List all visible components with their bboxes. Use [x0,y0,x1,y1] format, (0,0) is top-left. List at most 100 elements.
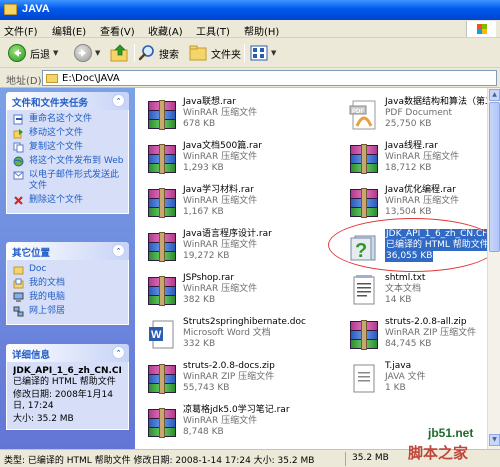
back-label: 后退 [30,49,50,61]
file-item-selected[interactable]: ? JDK_API_1_6_zh_CN.CHM 已编译的 HTML 帮助文件 3… [347,226,487,270]
address-label: 地址(D) [6,76,42,87]
windows-logo-icon [466,21,496,37]
back-dropdown-icon[interactable]: ▼ [53,49,58,57]
forward-button[interactable]: ▼ [74,42,100,64]
status-info: 类型: 已编译的 HTML 帮助文件 修改日期: 2008-1-14 17:24… [4,456,315,466]
file-item[interactable]: Java文档500篇.rar WinRAR 压缩文件 1,293 KB [145,138,315,182]
rar-archive-icon [145,186,179,220]
move-icon [13,128,24,139]
folder-icon [46,74,58,83]
watermark-name: 脚本之家 [408,444,469,462]
scroll-up-arrow-icon[interactable]: ▲ [489,89,500,101]
rar-archive-icon [145,142,179,176]
globe-icon [13,156,24,167]
my-documents-icon [13,278,24,289]
file-tasks-body: 重命名这个文件 移动这个文件 复制这个文件 将这个文件发布到 Web 以电子邮件… [6,110,129,214]
file-item[interactable]: W Struts2springhibernate.doc Microsoft W… [145,314,315,358]
address-input[interactable]: E:\Doc\JAVA [42,70,497,86]
details-file-name: JDK_API_1_6_zh_CN.CI [13,366,122,376]
menu-help[interactable]: 帮助(H) [244,23,279,38]
back-arrow-icon [8,44,26,62]
details-file-type: 已编译的 HTML 帮助文件 [13,377,116,387]
collapse-chevron-icon[interactable]: ⌃ [112,94,125,107]
publish-web-link[interactable]: 将这个文件发布到 Web [13,156,124,167]
file-list-view[interactable]: Java联想.rar WinRAR 压缩文件 678 KB PDF Java数据… [135,88,487,449]
file-item[interactable]: struts-2.0.8-all.zip WinRAR ZIP 压缩文件 84,… [347,314,487,358]
file-item[interactable]: shtml.txt 文本文档 14 KB [347,270,487,314]
up-folder-icon [110,44,128,62]
other-places-header[interactable]: 其它位置 ⌃ [6,242,129,260]
place-my-documents-link[interactable]: 我的文档 [13,278,124,289]
status-divider [345,452,346,466]
file-item[interactable]: JSPshop.rar WinRAR 压缩文件 382 KB [145,270,315,314]
details-body: JDK_API_1_6_zh_CN.CI 已编译的 HTML 帮助文件 修改日期… [6,362,129,430]
views-grid-icon [250,45,268,61]
rar-archive-icon [145,98,179,132]
file-tasks-header[interactable]: 文件和文件夹任务 ⌃ [6,92,129,110]
file-item[interactable]: Java线程.rar WinRAR 压缩文件 18,712 KB [347,138,487,182]
details-header[interactable]: 详细信息 ⌃ [6,344,129,362]
back-button[interactable]: 后退 ▼ [8,42,58,64]
file-item[interactable]: T.java JAVA 文件 1 KB [347,358,487,402]
java-file-icon [347,362,381,396]
delete-file-link[interactable]: 删除这个文件 [13,195,124,206]
address-path: E:\Doc\JAVA [62,73,120,84]
folders-button[interactable]: 文件夹 [188,42,241,64]
chm-help-file-icon: ? [347,230,381,264]
other-places-title: 其它位置 [12,248,51,259]
title-bar[interactable]: JAVA [0,0,500,20]
file-item[interactable]: PDF Java数据结构和算法（第二 PDF Document 25,750 K… [347,94,487,138]
status-size: 35.2 MB [352,453,389,463]
file-item[interactable]: 凉葛格jdk5.0学习笔记.rar WinRAR 压缩文件 8,748 KB [145,402,315,446]
menu-view[interactable]: 查看(V) [100,23,135,38]
scrollbar-thumb[interactable] [489,102,500,252]
move-file-link[interactable]: 移动这个文件 [13,128,124,139]
email-icon [13,170,24,181]
file-item[interactable]: Java优化编程.rar WinRAR 压缩文件 13,504 KB [347,182,487,226]
menu-bar: 文件(F) 编辑(E) 查看(V) 收藏(A) 工具(T) 帮助(H) [0,20,500,38]
task-pane: 文件和文件夹任务 ⌃ 重命名这个文件 移动这个文件 复制这个文件 将这个文件发布… [0,88,135,449]
file-item[interactable]: struts-2.0.8-docs.zip WinRAR ZIP 压缩文件 55… [145,358,315,402]
site-watermark: jb51.net 脚本之家 [406,420,498,462]
email-file-link[interactable]: 以电子邮件形式发送此文件 [13,170,124,192]
menu-favorites[interactable]: 收藏(A) [148,23,183,38]
rename-file-link[interactable]: 重命名这个文件 [13,114,124,125]
file-tasks-panel: 文件和文件夹任务 ⌃ 重命名这个文件 移动这个文件 复制这个文件 将这个文件发布… [6,92,129,214]
text-file-icon [347,274,381,308]
menu-tools[interactable]: 工具(T) [196,23,230,38]
collapse-chevron-icon[interactable]: ⌃ [112,244,125,257]
place-network-link[interactable]: 网上邻居 [13,306,124,317]
menu-file[interactable]: 文件(F) [4,23,38,38]
zip-archive-icon [347,318,381,352]
folders-label: 文件夹 [211,49,241,61]
network-icon [13,306,24,317]
toolbar-separator [244,44,245,62]
rename-icon [13,114,24,125]
watermark-domain: jb51.net [428,426,474,440]
details-modified: 修改日期: 2008年1月14日, 17:24 [13,390,113,411]
menu-edit[interactable]: 编辑(E) [52,23,86,38]
file-item[interactable]: Java联想.rar WinRAR 压缩文件 678 KB [145,94,315,138]
file-item[interactable]: Java语言程序设计.rar WinRAR 压缩文件 19,272 KB [145,226,315,270]
toolbar-separator [134,44,135,62]
folder-icon [4,4,17,15]
up-folder-button[interactable] [110,42,130,64]
file-item[interactable]: Java学习材料.rar WinRAR 压缩文件 1,167 KB [145,182,315,226]
address-bar: 地址(D) E:\Doc\JAVA [0,68,500,88]
pdf-document-icon: PDF [347,98,381,132]
search-button[interactable]: 搜索 [138,42,179,64]
collapse-chevron-icon[interactable]: ⌃ [112,346,125,359]
toolbar: 后退 ▼ ▼ 搜索 文件夹 ▼ [0,38,500,68]
other-places-panel: 其它位置 ⌃ Doc 我的文档 我的电脑 网上邻居 [6,242,129,325]
rar-archive-icon [347,142,381,176]
search-label: 搜索 [159,49,179,61]
copy-file-link[interactable]: 复制这个文件 [13,142,124,153]
search-icon [138,45,154,61]
place-doc-link[interactable]: Doc [13,264,124,275]
place-my-computer-link[interactable]: 我的电脑 [13,292,124,303]
forward-dropdown-icon[interactable]: ▼ [95,49,100,57]
views-dropdown-icon[interactable]: ▼ [271,49,276,57]
vertical-scrollbar[interactable]: ▲ ▼ [487,88,500,449]
views-button[interactable]: ▼ [250,42,276,64]
details-title: 详细信息 [12,350,51,361]
